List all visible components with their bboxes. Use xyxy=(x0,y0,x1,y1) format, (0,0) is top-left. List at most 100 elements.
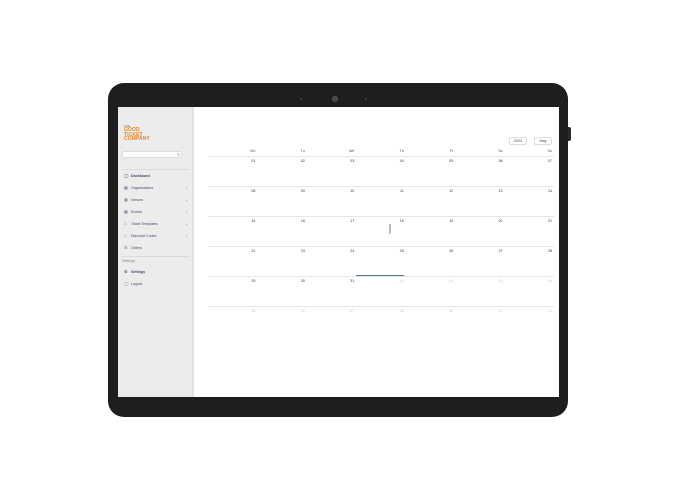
calendar-day-cell[interactable]: 04 xyxy=(356,156,406,186)
weekday-label: We xyxy=(348,149,355,153)
calendar-day-cell[interactable]: 06 xyxy=(257,306,307,336)
weekday-label: Mo xyxy=(250,149,256,153)
dashboard-icon: ◯ xyxy=(124,173,129,178)
calendar-day-cell[interactable]: 17 xyxy=(306,216,357,246)
calendar-day-cell[interactable]: 02 xyxy=(405,276,456,306)
month-select[interactable]: May xyxy=(534,137,552,145)
calendar-day-cell[interactable]: 14 xyxy=(504,186,554,216)
calendar-day-cell[interactable]: 05 xyxy=(405,156,456,186)
calendar-day-cell[interactable]: 19 xyxy=(405,216,456,246)
search-input[interactable]: ⚲ xyxy=(122,151,182,158)
calendar-day-number: 23 xyxy=(300,249,305,253)
tablet-frame: THE GOOD TICKET COMPANY ⚲ ◯ Dashboard ▦ … xyxy=(108,83,571,417)
calendar-day-cell[interactable]: 29 xyxy=(208,276,258,306)
calendar-day-number: 06 xyxy=(498,159,503,163)
calendar-day-cell[interactable]: 18 xyxy=(356,216,406,246)
calendar-day-cell[interactable]: 10 xyxy=(306,186,357,216)
calendar-day-cell[interactable]: 21 xyxy=(504,216,554,246)
sidebar-item-dashboard[interactable]: ◯ Dashboard xyxy=(118,170,194,182)
brand-logo[interactable]: THE GOOD TICKET COMPANY xyxy=(124,124,150,142)
calendar-day-cell[interactable]: 04 xyxy=(504,276,554,306)
calendar-day-number: 29 xyxy=(251,279,256,283)
calendar-day-number: 09 xyxy=(300,189,305,193)
calendar-day-cell[interactable]: 11 xyxy=(356,186,406,216)
event-bar[interactable] xyxy=(356,275,404,276)
calendar-day-cell[interactable]: 15 xyxy=(208,216,258,246)
sidebar-item-organisations[interactable]: ▦ Organisations ⌄ xyxy=(118,182,194,194)
calendar-day-cell[interactable]: 06 xyxy=(455,156,505,186)
sidebar-item-label: Dashboard xyxy=(131,174,150,178)
sidebar-item-settings[interactable]: ⚙ Settings xyxy=(118,266,194,278)
calendar-day-cell[interactable]: 27 xyxy=(455,246,505,276)
calendar-grid: Mo Tu We Th Fr Sa Su 01 02 03 04 05 06 07 08 09 1… xyxy=(208,149,554,336)
calendar-day-number: 24 xyxy=(350,249,355,253)
year-select[interactable]: 2023 xyxy=(509,137,527,145)
calendar-day-cell[interactable]: 12 xyxy=(405,186,456,216)
calendar-day-cell[interactable]: 11 xyxy=(504,306,554,336)
calendar-day-number: 05 xyxy=(251,309,256,313)
calendar-day-cell[interactable]: 03 xyxy=(455,276,505,306)
calendar-day-cell[interactable]: 13 xyxy=(455,186,505,216)
calendar-day-number: 07 xyxy=(547,159,552,163)
calendar-day-cell[interactable]: 26 xyxy=(405,246,456,276)
weekday-label: Th xyxy=(399,149,404,153)
sidebar-item-venues[interactable]: ▦ Venues ⌄ xyxy=(118,194,194,206)
calendar-day-number: 30 xyxy=(300,279,305,283)
sidebar-item-discount-codes[interactable]: □ Discount Codes ⌄ xyxy=(118,230,194,242)
calendar-day-number: 16 xyxy=(300,219,305,223)
sidebar-item-orders[interactable]: ☰ Orders xyxy=(118,242,194,254)
ticket-icon: □ xyxy=(124,221,127,226)
chevron-down-icon: ⌄ xyxy=(185,222,188,226)
calendar-panel: 2023 May Mo Tu We Th Fr Sa Su 01 02 03 04 05… xyxy=(196,107,559,397)
calendar-day-number: 11 xyxy=(399,189,404,193)
calendar-day-number: 06 xyxy=(300,309,305,313)
calendar-day-cell[interactable]: 16 xyxy=(257,216,307,246)
scroll-handle[interactable] xyxy=(389,224,391,234)
logout-icon: ◯ xyxy=(124,281,129,286)
calendar-day-number: 13 xyxy=(498,189,503,193)
calendar-day-number: 25 xyxy=(399,249,404,253)
sidebar-item-logout[interactable]: ◯ Logout xyxy=(118,278,194,290)
calendar-day-cell[interactable]: 01 xyxy=(208,156,258,186)
calendar-day-cell[interactable]: 09 xyxy=(257,186,307,216)
calendar-day-cell[interactable]: 31 xyxy=(306,276,357,306)
sidebar-item-ticket-templates[interactable]: □ Ticket Templates ⌄ xyxy=(118,218,194,230)
camera-icon xyxy=(332,96,338,102)
sidebar-nav: ◯ Dashboard ▦ Organisations ⌄ ▦ Venues ⌄… xyxy=(118,167,194,290)
chevron-down-icon: ⌄ xyxy=(185,234,188,238)
settings-section-heading: Settings xyxy=(122,259,135,263)
calendar-day-cell[interactable]: 09 xyxy=(405,306,456,336)
calendar-day-number: 10 xyxy=(350,189,355,193)
calendar-day-number: 20 xyxy=(498,219,503,223)
organisations-icon: ▦ xyxy=(124,185,128,190)
calendar-day-number: 19 xyxy=(449,219,454,223)
calendar-day-cell[interactable]: 01 xyxy=(356,276,406,306)
calendar-day-cell[interactable]: 10 xyxy=(455,306,505,336)
calendar-day-cell[interactable]: 08 xyxy=(208,186,258,216)
calendar-day-cell[interactable]: 02 xyxy=(257,156,307,186)
sidebar-item-events[interactable]: ▦ Events ⌄ xyxy=(118,206,194,218)
search-icon[interactable]: ⚲ xyxy=(177,152,180,157)
calendar-day-cell[interactable]: 07 xyxy=(504,156,554,186)
calendar-day-cell[interactable]: 07 xyxy=(306,306,357,336)
weekday-label: Sa xyxy=(498,149,503,153)
calendar-day-cell[interactable]: 24 xyxy=(306,246,357,276)
calendar-day-cell[interactable]: 05 xyxy=(208,306,258,336)
calendar-day-number: 02 xyxy=(300,159,305,163)
calendar-day-number: 07 xyxy=(350,309,355,313)
calendar-day-cell[interactable]: 08 xyxy=(356,306,406,336)
calendar-day-number: 28 xyxy=(547,249,552,253)
calendar-day-cell[interactable]: 23 xyxy=(257,246,307,276)
calendar-day-cell[interactable]: 30 xyxy=(257,276,307,306)
sidebar-item-label: Discount Codes xyxy=(131,234,157,238)
chevron-down-icon: ⌄ xyxy=(185,186,188,190)
calendar-day-cell[interactable]: 22 xyxy=(208,246,258,276)
chevron-down-icon: ⌄ xyxy=(185,210,188,214)
calendar-day-cell[interactable]: 03 xyxy=(306,156,357,186)
calendar-day-cell[interactable]: 20 xyxy=(455,216,505,246)
discount-icon: □ xyxy=(124,233,127,238)
tablet-sensor xyxy=(365,98,367,100)
tablet-side-button xyxy=(568,127,571,141)
calendar-day-cell[interactable]: 25 xyxy=(356,246,406,276)
calendar-day-cell[interactable]: 28 xyxy=(504,246,554,276)
